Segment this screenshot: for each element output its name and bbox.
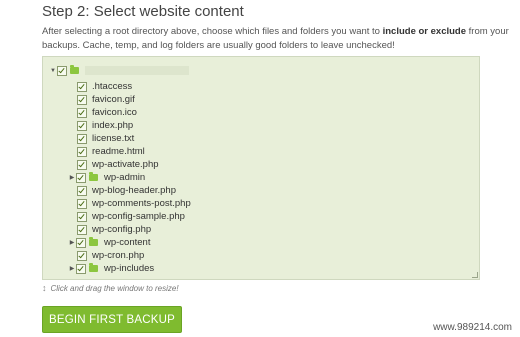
item-checkbox[interactable]: [77, 159, 87, 170]
tree-item[interactable]: wp-config.php: [77, 223, 151, 236]
item-checkbox[interactable]: [77, 185, 87, 196]
item-name: wp-content: [104, 237, 151, 248]
item-checkbox[interactable]: [76, 237, 86, 248]
watermark: www.989214.com: [433, 322, 512, 333]
item-checkbox[interactable]: [77, 133, 87, 144]
item-name: .htaccess: [92, 81, 133, 92]
resize-arrows-icon: ↕: [42, 283, 47, 293]
tree-item[interactable]: license.txt: [77, 132, 134, 145]
item-name: wp-config-sample.php: [92, 211, 185, 222]
collapsed-caret-icon[interactable]: ▶: [68, 265, 76, 272]
tree-item[interactable]: wp-config-sample.php: [77, 210, 185, 223]
tree-item[interactable]: wp-cron.php: [77, 249, 144, 262]
item-checkbox[interactable]: [77, 211, 87, 222]
root-directory-name: [85, 66, 189, 75]
item-checkbox[interactable]: [77, 224, 87, 235]
folder-icon: [89, 237, 98, 246]
tree-item[interactable]: favicon.ico: [77, 106, 137, 119]
item-checkbox[interactable]: [76, 172, 86, 183]
tree-item[interactable]: wp-activate.php: [77, 158, 159, 171]
item-name: favicon.ico: [92, 107, 137, 118]
tree-item[interactable]: wp-comments-post.php: [77, 197, 191, 210]
item-name: wp-blog-header.php: [92, 185, 176, 196]
item-name: wp-cron.php: [92, 250, 145, 261]
item-checkbox[interactable]: [77, 81, 87, 92]
item-name: index.php: [92, 120, 134, 131]
tree-item[interactable]: .htaccess: [77, 80, 132, 93]
resize-hint: ↕ Click and drag the window to resize!: [42, 283, 179, 293]
item-name: readme.html: [92, 146, 145, 157]
folder-icon: [70, 65, 79, 74]
folder-icon: [89, 172, 98, 181]
description-text: After selecting a root directory above, …: [42, 26, 383, 37]
step-description: After selecting a root directory above, …: [42, 25, 512, 52]
collapsed-caret-icon[interactable]: ▶: [68, 174, 76, 181]
tree-item[interactable]: index.php: [77, 119, 133, 132]
expanded-caret-icon[interactable]: ▼: [49, 68, 57, 74]
item-name: wp-activate.php: [92, 159, 159, 170]
item-checkbox[interactable]: [77, 250, 87, 261]
item-name: wp-config.php: [92, 224, 152, 235]
tree-item[interactable]: readme.html: [77, 145, 145, 158]
item-checkbox[interactable]: [76, 263, 86, 274]
collapsed-caret-icon[interactable]: ▶: [68, 239, 76, 246]
tree-item-folder[interactable]: ▶ wp-includes: [68, 262, 154, 275]
resize-grip-icon[interactable]: [472, 272, 478, 278]
tree-item[interactable]: favicon.gif: [77, 93, 135, 106]
tree-item-folder[interactable]: ▶ wp-content: [68, 236, 150, 249]
item-name: wp-comments-post.php: [92, 198, 191, 209]
step-heading: Step 2: Select website content: [42, 3, 244, 20]
root-checkbox[interactable]: [57, 65, 67, 76]
item-name: wp-includes: [104, 263, 155, 274]
resize-hint-text: Click and drag the window to resize!: [50, 283, 179, 293]
tree-item[interactable]: wp-blog-header.php: [77, 184, 176, 197]
item-checkbox[interactable]: [77, 120, 87, 131]
file-tree[interactable]: ▼ .htaccess favicon.gif favicon.ico inde…: [42, 56, 480, 280]
item-checkbox[interactable]: [77, 94, 87, 105]
tree-item-folder[interactable]: ▶ wp-admin: [68, 171, 145, 184]
item-checkbox[interactable]: [77, 107, 87, 118]
item-checkbox[interactable]: [77, 146, 87, 157]
item-name: favicon.gif: [92, 94, 135, 105]
begin-first-backup-button[interactable]: BEGIN FIRST BACKUP: [42, 306, 182, 333]
folder-icon: [89, 263, 98, 272]
description-bold: include or exclude: [382, 26, 467, 37]
item-name: wp-admin: [104, 172, 146, 183]
item-name: license.txt: [92, 133, 135, 144]
item-checkbox[interactable]: [77, 198, 87, 209]
tree-root-row[interactable]: ▼: [49, 64, 189, 77]
